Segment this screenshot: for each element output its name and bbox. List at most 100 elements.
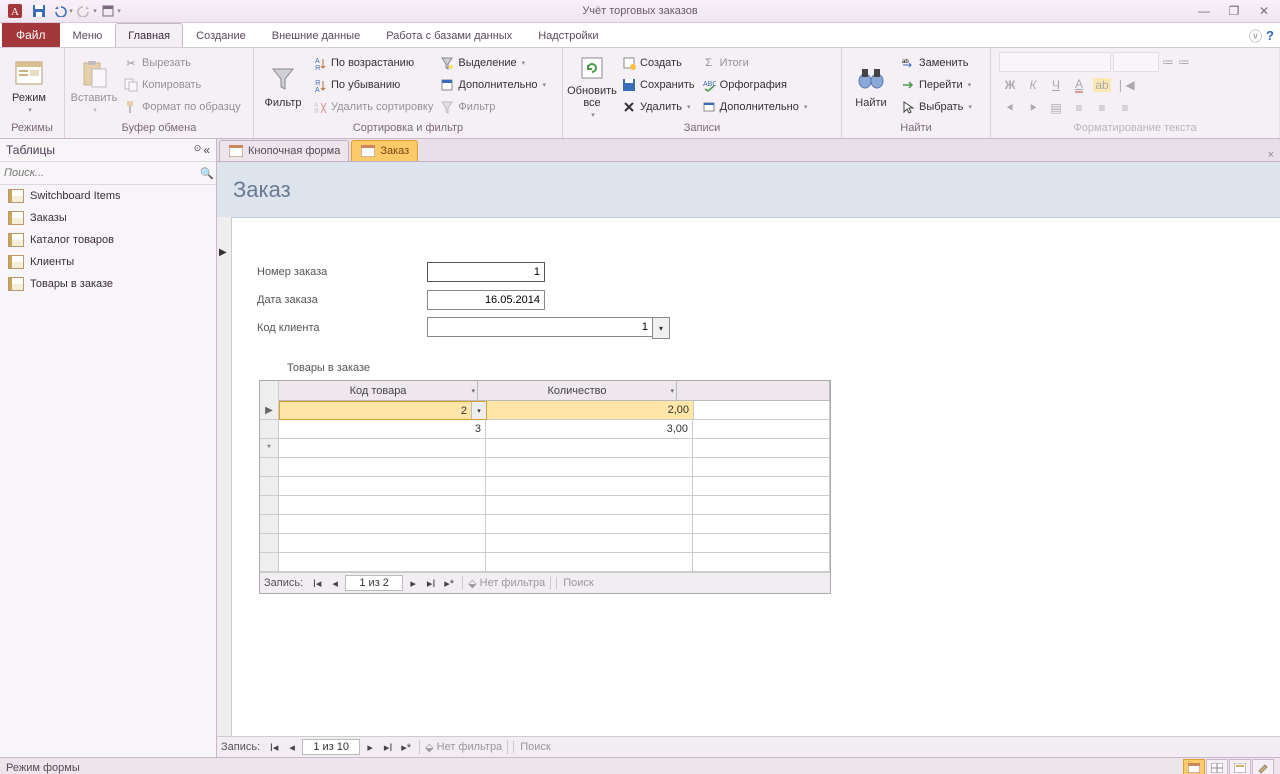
funnel-icon: ⬙ [425,741,433,754]
cell-product-id[interactable]: 2▾ [279,401,487,420]
combo-client-id[interactable]: ▾ [427,317,670,339]
new-row-selector[interactable]: * [260,439,279,458]
tab-addins[interactable]: Надстройки [525,23,611,47]
nav-search-input[interactable] [0,165,198,181]
tab-home[interactable]: Главная [115,23,183,47]
cell-product-id[interactable]: 3 [279,420,486,439]
save-icon[interactable] [28,1,50,21]
undo-icon[interactable]: ▾ [52,1,74,21]
nav-search[interactable]: Поиск [556,577,599,589]
help-icon[interactable]: ⓥ ? [1249,23,1274,47]
chevron-down-icon[interactable]: ▾ [471,402,486,419]
advanced-filter-button[interactable]: Дополнительно▾ [437,74,548,96]
cell-quantity[interactable]: 2,00 [487,401,694,420]
delete-record-button[interactable]: Удалить▾ [619,96,697,118]
sort-desc-button[interactable]: ЯAПо убыванию [310,74,435,96]
cut-button[interactable]: ✂Вырезать [121,52,243,74]
datasheet-view-icon[interactable] [1206,759,1228,774]
highlight-icon[interactable]: ab [1091,74,1113,96]
tab-external[interactable]: Внешние данные [259,23,373,47]
align-left-icon[interactable]: ≡ [1068,97,1090,119]
new-record-button[interactable]: Создать [619,52,697,74]
nav-prev-icon[interactable]: ◂ [327,575,343,591]
nav-search[interactable]: Поиск [513,741,556,753]
spelling-button[interactable]: ABCОрфография [699,74,810,96]
nav-last-icon[interactable]: ▸I [380,739,396,755]
bold-icon[interactable]: Ж [999,74,1021,96]
align-right-icon[interactable]: ≡ [1114,97,1136,119]
close-tab-icon[interactable]: × [1268,149,1280,161]
toggle-filter-button[interactable]: Фильтр [437,96,548,118]
nav-item-orders[interactable]: Заказы [0,207,216,229]
save-record-button[interactable]: Сохранить [619,74,697,96]
goto-button[interactable]: Перейти▾ [898,74,974,96]
nav-position[interactable]: 1 из 10 [302,739,360,755]
tab-menu[interactable]: Меню [60,23,116,47]
nav-filter[interactable]: ⬙Нет фильтра [468,577,545,590]
refresh-all-button[interactable]: Обновить все▾ [567,52,617,120]
spell-icon: ABC [701,77,717,93]
minimize-icon[interactable]: ― [1192,3,1216,19]
design-view-icon[interactable] [1252,759,1274,774]
font-color-icon[interactable]: A [1068,74,1090,96]
nav-dropdown-icon[interactable]: ⊙ [194,143,202,157]
select-button[interactable]: Выбрать▾ [898,96,974,118]
nav-header[interactable]: Таблицы ⊙ « [0,139,216,162]
nav-next-icon[interactable]: ▸ [362,739,378,755]
input-client-id[interactable] [427,317,652,337]
layout-view-icon[interactable] [1229,759,1251,774]
replace-button[interactable]: abЗаменить [898,52,974,74]
form-view-icon[interactable] [1183,759,1205,774]
nav-new-icon[interactable]: ▸* [398,739,414,755]
nav-collapse-icon[interactable]: « [203,143,210,157]
paste-button[interactable]: Вставить▾ [69,52,119,120]
restore-icon[interactable]: ❐ [1222,3,1246,19]
col-product-id[interactable]: Код товара▾ [279,381,478,401]
nav-item-switchboard[interactable]: Switchboard Items [0,185,216,207]
row-selector[interactable] [260,420,279,439]
access-icon[interactable]: A [4,1,26,21]
selection-filter-button[interactable]: Выделение▾ [437,52,548,74]
nav-item-clients[interactable]: Клиенты [0,251,216,273]
find-button[interactable]: Найти [846,52,896,120]
filter-button[interactable]: Фильтр [258,52,308,120]
nav-first-icon[interactable]: I◂ [266,739,282,755]
totals-button[interactable]: ΣИтоги [699,52,810,74]
nav-new-icon[interactable]: ▸* [441,575,457,591]
row-selector[interactable]: ▶ [260,401,279,420]
tab-create[interactable]: Создание [183,23,259,47]
format-painter-button[interactable]: Формат по образцу [121,96,243,118]
redo-icon[interactable]: ▾ [76,1,98,21]
table-icon [8,233,24,247]
chevron-down-icon[interactable]: ▾ [652,317,670,339]
nav-last-icon[interactable]: ▸I [423,575,439,591]
nav-item-catalog[interactable]: Каталог товаров [0,229,216,251]
file-tab[interactable]: Файл [2,23,60,47]
nav-first-icon[interactable]: I◂ [309,575,325,591]
tab-dbtools[interactable]: Работа с базами данных [373,23,525,47]
input-order-no[interactable] [427,262,545,282]
underline-icon[interactable]: Ч [1045,74,1067,96]
cell-quantity[interactable]: 3,00 [486,420,693,439]
nav-filter[interactable]: ⬙Нет фильтра [425,741,502,754]
nav-next-icon[interactable]: ▸ [405,575,421,591]
tab-order-form[interactable]: Заказ [351,140,418,161]
view-button[interactable]: Режим▾ [4,52,54,120]
qat-more-icon[interactable]: ▾ [100,1,122,21]
search-icon[interactable]: 🔍 [198,167,216,180]
nav-position[interactable]: 1 из 2 [345,575,403,591]
record-selector[interactable]: ▶ [217,217,232,736]
sort-asc-button[interactable]: AЯПо возрастанию [310,52,435,74]
clear-sort-button[interactable]: AЯУдалить сортировку [310,96,435,118]
close-icon[interactable]: ✕ [1252,3,1276,19]
nav-prev-icon[interactable]: ◂ [284,739,300,755]
align-center-icon[interactable]: ≡ [1091,97,1113,119]
italic-icon[interactable]: К [1022,74,1044,96]
input-order-date[interactable] [427,290,545,310]
copy-button[interactable]: Копировать [121,74,243,96]
sort-asc-icon: AЯ [312,55,328,71]
col-quantity[interactable]: Количество▾ [478,381,677,401]
nav-item-order-items[interactable]: Товары в заказе [0,273,216,295]
tab-switchboard-form[interactable]: Кнопочная форма [219,140,349,161]
more-records-button[interactable]: Дополнительно▾ [699,96,810,118]
